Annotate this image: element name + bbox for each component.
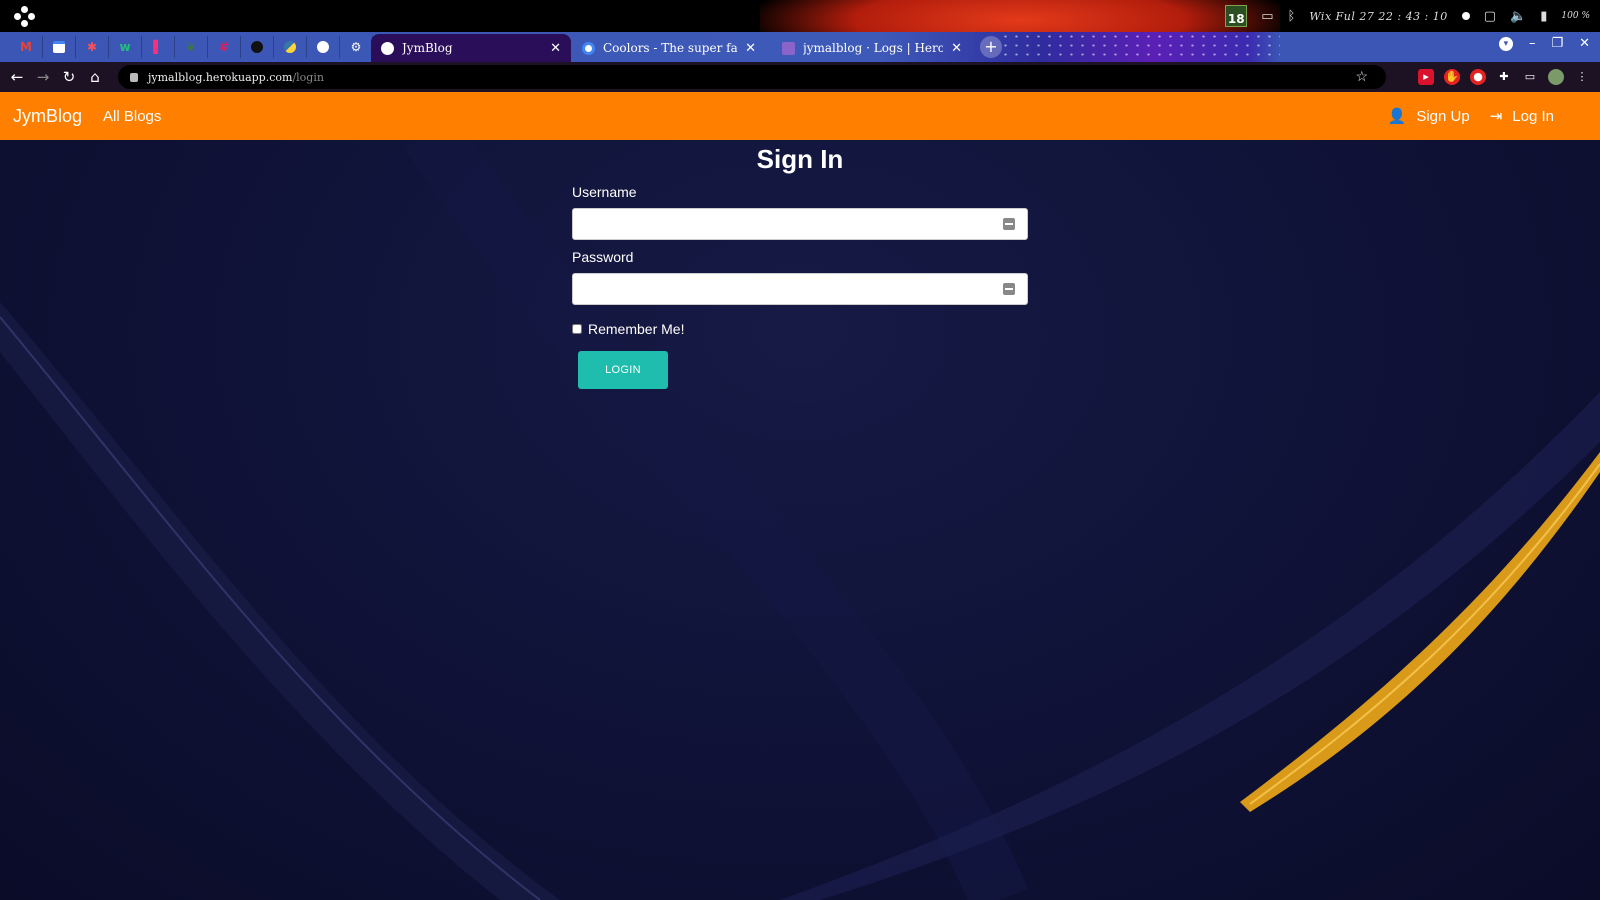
slack-icon[interactable]: # (208, 36, 241, 58)
close-icon[interactable]: ✕ (951, 41, 962, 56)
password-manager-icon[interactable] (1003, 283, 1015, 295)
globe-icon[interactable] (307, 36, 340, 58)
remember-me[interactable]: Remember Me! (572, 321, 1028, 337)
browser-tab-strip: M ✱ w ▌ ❦ # ⚙ JymBlog ✕ Coolors - The su… (0, 32, 1600, 62)
url-host: jymalblog.herokuapp.com (148, 70, 293, 84)
tab-coolors[interactable]: Coolors - The super fast color ✕ (572, 34, 766, 62)
gmail-icon[interactable]: M (10, 36, 43, 58)
new-tab-button[interactable]: + (980, 36, 1002, 58)
os-top-bar: 18 ▭ ᛒ Wix Ful 27 22 : 43 : 10 ▢ 🔈 ▮ 100… (0, 0, 1600, 32)
remember-me-label: Remember Me! (588, 321, 685, 337)
close-window-icon[interactable]: ✕ (1579, 36, 1590, 51)
minimize-icon[interactable]: – (1529, 36, 1536, 51)
user-plus-icon: 👤 (1387, 108, 1407, 125)
browser-menu-icon[interactable]: ⋮ (1574, 69, 1590, 85)
tab-jymblog[interactable]: JymBlog ✕ (371, 34, 571, 62)
site-brand[interactable]: JymBlog (13, 106, 82, 127)
profile-avatar[interactable] (1548, 69, 1564, 85)
username-label: Username (572, 184, 637, 200)
extension-shield-icon[interactable]: ● (1470, 69, 1486, 85)
password-label: Password (572, 249, 634, 265)
calendar-tray-icon[interactable]: 18 (1225, 5, 1248, 27)
web-page: JymBlog All Blogs 👤 Sign Up ⇥ Log In Sig… (0, 92, 1600, 900)
cast-icon[interactable]: ▭ (1522, 69, 1538, 85)
tab-title: jymalblog · Logs | Heroku (803, 41, 944, 55)
extensions-puzzle-icon[interactable]: ✚ (1496, 69, 1512, 85)
volume-icon[interactable]: 🔈 (1510, 9, 1526, 24)
sign-up-link[interactable]: 👤 Sign Up (1387, 107, 1470, 126)
battery-level: 100 % (1561, 11, 1590, 21)
extension-hand-icon[interactable]: ✋ (1444, 69, 1460, 85)
sign-in-icon: ⇥ (1489, 108, 1503, 125)
close-icon[interactable]: ✕ (745, 41, 756, 56)
coolors-icon (582, 41, 595, 55)
github-icon[interactable] (241, 36, 274, 58)
password-manager-icon[interactable] (1003, 218, 1015, 230)
settings-icon[interactable]: ⚙ (340, 36, 373, 58)
lock-icon[interactable] (130, 72, 138, 82)
username-input[interactable] (573, 209, 1027, 239)
nav-link-all-blogs[interactable]: All Blogs (103, 108, 161, 125)
close-icon[interactable]: ✕ (550, 41, 561, 56)
tab-title: Coolors - The super fast color (603, 41, 738, 55)
leaf-icon[interactable]: ❦ (175, 36, 208, 58)
bookmark-star-icon[interactable]: ☆ (1355, 69, 1368, 85)
display-icon[interactable]: ▢ (1484, 9, 1496, 24)
password-input[interactable] (573, 274, 1027, 304)
wallpaper-flower (760, 0, 1280, 32)
extensions-area: ▸ ✋ ● ✚ ▭ ⋮ (1418, 62, 1600, 92)
log-in-label: Log In (1512, 107, 1554, 125)
forward-icon[interactable]: → (30, 68, 56, 86)
reload-icon[interactable]: ↻ (56, 68, 82, 86)
address-bar[interactable]: jymalblog.herokuapp.com/login ☆ (118, 65, 1386, 89)
globe-icon (381, 41, 394, 55)
site-navbar: JymBlog All Blogs 👤 Sign Up ⇥ Log In (0, 92, 1600, 140)
battery-icon[interactable]: ▮ (1540, 9, 1547, 24)
heroku-icon (782, 41, 795, 55)
pinned-tabs: M ✱ w ▌ ❦ # ⚙ (10, 36, 373, 58)
password-field-wrapper (572, 273, 1028, 305)
w-icon[interactable]: w (109, 36, 142, 58)
screen-share-icon[interactable]: ▭ (1261, 9, 1273, 24)
calendar-day: 18 (1227, 12, 1245, 26)
bluetooth-icon[interactable]: ᛒ (1288, 9, 1296, 24)
browser-toolbar: ← → ↻ ⌂ jymalblog.herokuapp.com/login ☆ … (0, 62, 1600, 92)
sign-up-label: Sign Up (1416, 107, 1470, 125)
sign-in-form: Sign In Username Password Remember Me! L… (572, 140, 1028, 389)
url-path: /login (292, 70, 324, 84)
log-in-link[interactable]: ⇥ Log In (1489, 107, 1554, 126)
login-button[interactable]: LOGIN (578, 351, 668, 389)
tab-strip-wallpaper (1000, 32, 1280, 62)
username-field-wrapper (572, 208, 1028, 240)
tab-title: JymBlog (402, 41, 453, 55)
extension-red-icon[interactable]: ▸ (1418, 69, 1434, 85)
tab-search-icon[interactable]: ▾ (1498, 36, 1513, 51)
notification-dot-icon[interactable] (1461, 12, 1470, 20)
os-menu-icon[interactable] (14, 6, 36, 28)
clock[interactable]: Wix Ful 27 22 : 43 : 10 (1309, 10, 1447, 23)
tab-heroku[interactable]: jymalblog · Logs | Heroku ✕ (772, 34, 972, 62)
page-title: Sign In (756, 144, 844, 174)
home-icon[interactable]: ⌂ (82, 68, 108, 86)
back-icon[interactable]: ← (4, 68, 30, 86)
calendar-icon[interactable] (43, 36, 76, 58)
restore-icon[interactable]: ❐ (1551, 36, 1563, 51)
asterisk-icon[interactable]: ✱ (76, 36, 109, 58)
chart-icon[interactable]: ▌ (142, 36, 175, 58)
python-icon[interactable] (274, 36, 307, 58)
remember-me-checkbox[interactable] (572, 324, 582, 334)
